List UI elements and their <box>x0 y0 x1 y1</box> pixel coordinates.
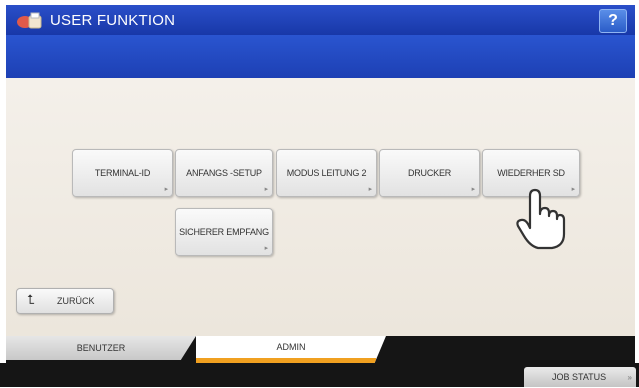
arrow-icon: ▸ <box>471 186 476 193</box>
title-bar: USER FUNKTION ? <box>6 5 635 35</box>
status-bar: JOB STATUS » <box>0 363 639 387</box>
anfangs-setup-button[interactable]: ANFANGS -SETUP ▸ <box>175 149 273 197</box>
button-label: SICHERER EMPFANG <box>179 227 269 237</box>
back-arrow-icon: ⮤ <box>27 292 35 307</box>
back-button-label: ZURÜCK <box>57 296 95 306</box>
button-label: ANFANGS -SETUP <box>186 168 262 178</box>
back-button[interactable]: ⮤ ZURÜCK <box>16 288 114 314</box>
touch-panel: USER FUNKTION ? TERMINAL-ID ▸ ANFANGS -S… <box>0 0 639 387</box>
tab-label: ADMIN <box>276 342 306 352</box>
button-label: WIEDERHER SD <box>497 168 565 178</box>
arrow-icon: ▸ <box>164 186 169 193</box>
button-label: MODUS LEITUNG 2 <box>286 168 367 178</box>
arrow-icon: ▸ <box>571 186 576 193</box>
terminal-id-button[interactable]: TERMINAL-ID ▸ <box>72 149 173 197</box>
arrow-icon: ▸ <box>264 186 269 193</box>
tab-label: BENUTZER <box>76 343 126 353</box>
modus-leitung-2-button[interactable]: MODUS LEITUNG 2 ▸ <box>276 149 377 197</box>
message-bar <box>6 35 635 78</box>
tab-benutzer[interactable]: BENUTZER <box>6 336 196 360</box>
hand-pointer-icon <box>516 188 566 250</box>
drucker-button[interactable]: DRUCKER ▸ <box>379 149 480 197</box>
tab-admin[interactable]: ADMIN <box>196 336 386 363</box>
arrow-icon: ▸ <box>264 245 269 252</box>
button-label: DRUCKER <box>407 168 452 178</box>
printer-logo-icon <box>17 12 42 29</box>
help-button[interactable]: ? <box>599 9 627 33</box>
job-status-label: JOB STATUS <box>552 372 607 382</box>
button-label: TERMINAL-ID <box>94 168 151 178</box>
arrow-icon: ▸ <box>368 186 373 193</box>
double-chevron-icon: » <box>627 373 632 382</box>
job-status-button[interactable]: JOB STATUS » <box>524 367 636 387</box>
tab-bar: BENUTZER ADMIN <box>6 336 635 363</box>
screen-title: USER FUNKTION <box>50 12 176 29</box>
sicherer-empfang-button[interactable]: SICHERER EMPFANG ▸ <box>175 208 273 256</box>
